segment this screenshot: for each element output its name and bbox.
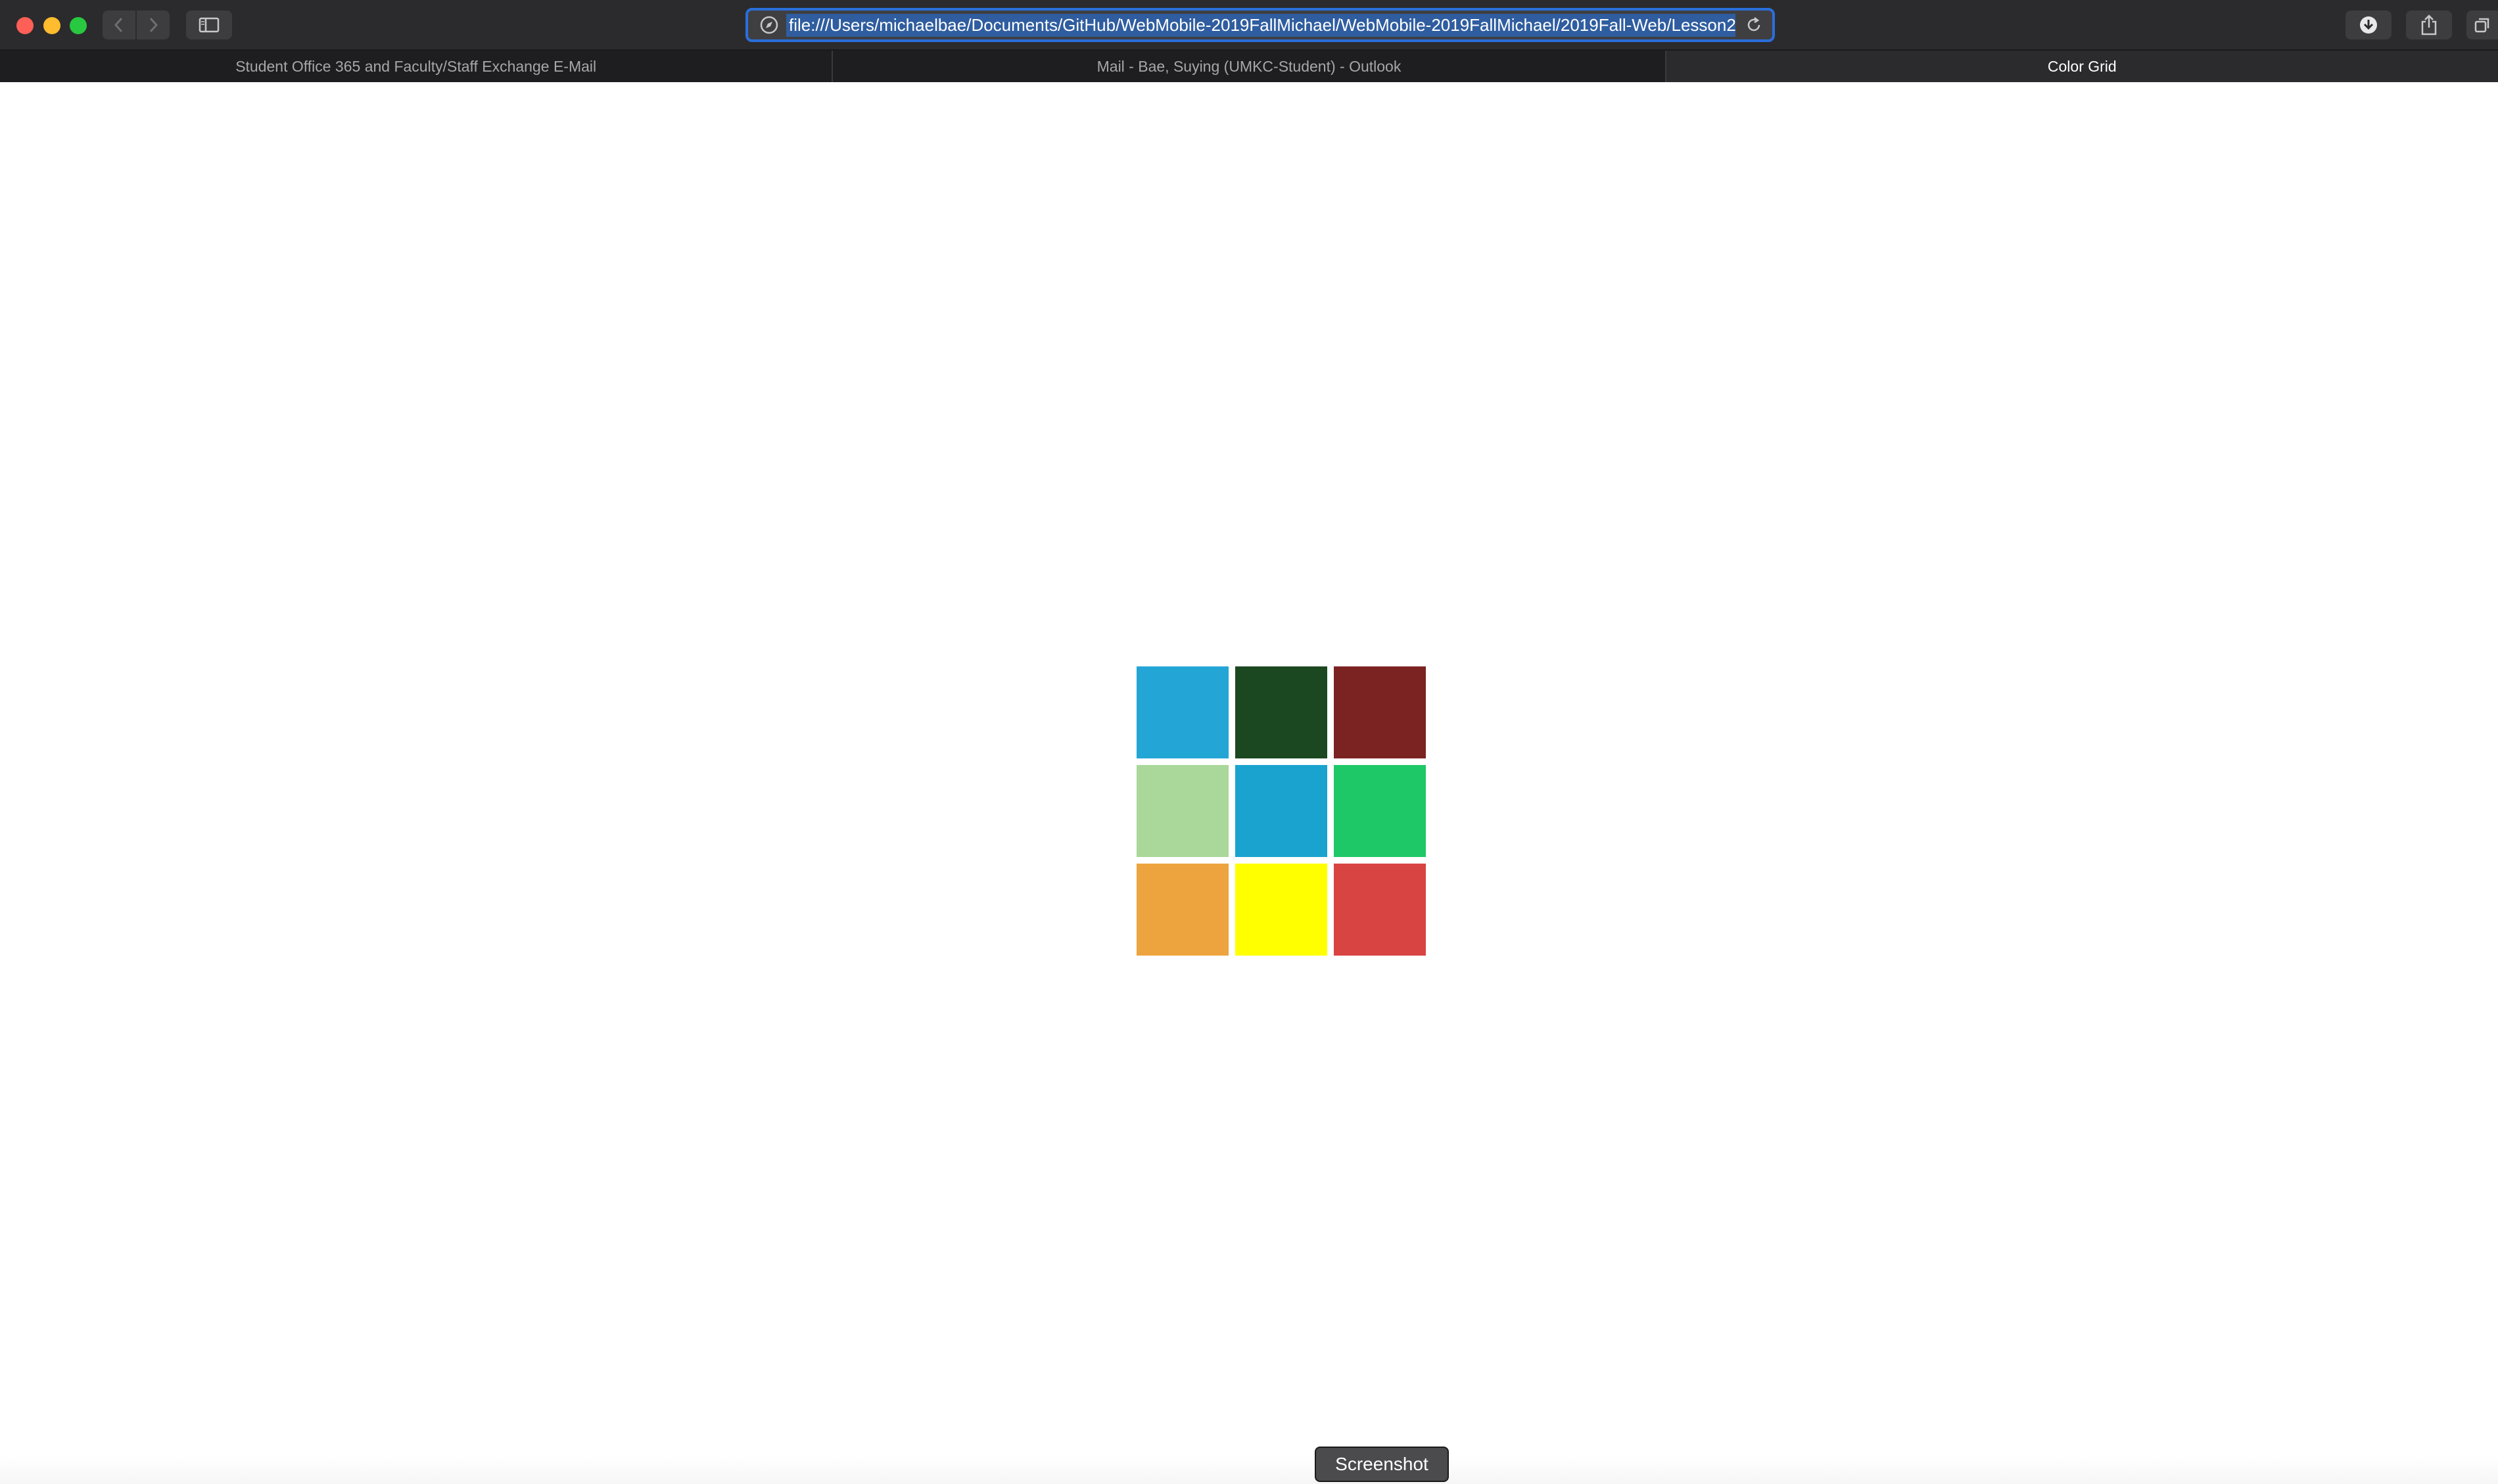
forward-button[interactable] <box>135 11 170 39</box>
color-cell-4 <box>1137 765 1229 857</box>
color-cell-9 <box>1334 864 1426 956</box>
color-cell-1 <box>1137 666 1229 758</box>
page-content <box>0 82 2498 1484</box>
downloads-button[interactable] <box>2345 11 2392 39</box>
color-grid <box>1137 666 1427 957</box>
tab-color-grid[interactable]: Color Grid <box>1666 51 2498 82</box>
address-bar[interactable]: file:///Users/michaelbae/Documents/GitHu… <box>745 8 1775 42</box>
tab-label: Color Grid <box>2047 57 2117 75</box>
tab-office365-email[interactable]: Student Office 365 and Faculty/Staff Exc… <box>0 51 834 82</box>
close-window-button[interactable] <box>16 17 34 34</box>
compass-icon <box>756 12 782 38</box>
zoom-window-button[interactable] <box>70 17 87 34</box>
back-button[interactable] <box>103 11 135 39</box>
color-cell-6 <box>1334 765 1426 857</box>
color-cell-2 <box>1235 666 1327 758</box>
download-icon <box>2360 16 2377 34</box>
tab-overview-icon <box>2474 18 2489 33</box>
color-cell-7 <box>1137 864 1229 956</box>
sidebar-icon <box>199 17 220 33</box>
browser-toolbar: file:///Users/michaelbae/Documents/GitHu… <box>0 0 2498 51</box>
tab-bar: Student Office 365 and Faculty/Staff Exc… <box>0 51 2498 82</box>
browser-window: file:///Users/michaelbae/Documents/GitHu… <box>0 0 2498 1484</box>
tab-overview-button[interactable] <box>2466 11 2498 39</box>
screenshot-tooltip: Screenshot <box>1315 1447 1449 1482</box>
minimize-window-button[interactable] <box>43 17 60 34</box>
navigation-buttons <box>103 11 170 39</box>
tab-label: Student Office 365 and Faculty/Staff Exc… <box>235 57 597 75</box>
url-text[interactable]: file:///Users/michaelbae/Documents/GitHu… <box>786 13 1735 37</box>
reload-button[interactable] <box>1741 12 1767 38</box>
sidebar-toggle-button[interactable] <box>186 11 232 39</box>
tab-label: Mail - Bae, Suying (UMKC-Student) - Outl… <box>1096 57 1402 75</box>
chevron-left-icon <box>114 17 123 33</box>
color-cell-3 <box>1334 666 1426 758</box>
tab-outlook-mail[interactable]: Mail - Bae, Suying (UMKC-Student) - Outl… <box>833 51 1666 82</box>
chevron-right-icon <box>149 17 158 33</box>
bottom-fade <box>0 1456 2498 1484</box>
reload-icon <box>1747 17 1760 32</box>
color-cell-8 <box>1235 864 1327 956</box>
share-button[interactable] <box>2406 11 2452 39</box>
share-icon <box>2421 14 2437 35</box>
color-cell-5 <box>1235 765 1327 857</box>
